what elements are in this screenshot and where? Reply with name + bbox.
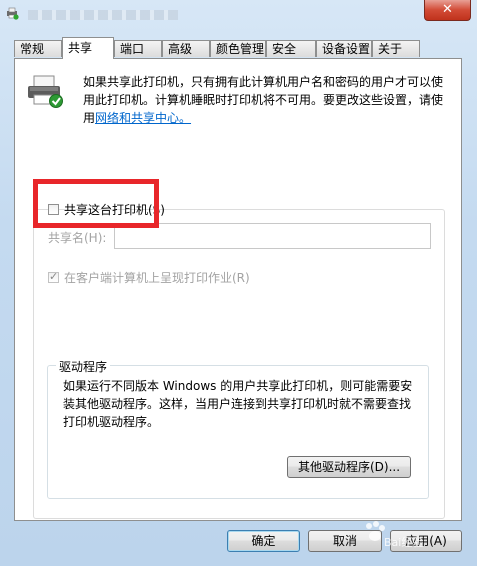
- drivers-line-2: 装其他驱动程序。这样，当用户连接到共享打印机时就不需要查找: [63, 397, 412, 411]
- close-button[interactable]: ✕: [424, 0, 471, 21]
- description-line-1: 如果共享此打印机，只有拥有此计算机用户名和密码的用户才可以使: [83, 75, 444, 89]
- render-jobs-checkbox[interactable]: [48, 270, 59, 283]
- tab-about[interactable]: 关于: [372, 40, 420, 57]
- tab-security[interactable]: 安全: [266, 40, 316, 57]
- description-line-2: 用此打印机。计算机睡眠时打印机将不可用。要更改这些设置，请使: [83, 93, 444, 107]
- tab-sharing[interactable]: 共享: [62, 37, 114, 59]
- share-printer-checkbox[interactable]: [48, 204, 59, 215]
- drivers-line-3: 打印机驱动程序。: [63, 415, 160, 429]
- tab-advanced[interactable]: 高级: [162, 40, 210, 57]
- tab-ports[interactable]: 端口: [114, 40, 162, 57]
- title-bar: ✕: [0, 0, 477, 32]
- tab-strip: 常规 共享 端口 高级 颜色管理 安全 设备设置 关于: [14, 37, 464, 59]
- sharing-description: 如果共享此打印机，只有拥有此计算机用户名和密码的用户才可以使 用此打印机。计算机…: [83, 73, 455, 127]
- network-sharing-center-link[interactable]: 网络和共享中心。: [95, 111, 191, 125]
- window-title: [28, 10, 178, 20]
- printer-properties-window: ✕ 常规 共享 端口 高级 颜色管理 安全 设备设置 关于 如果共享此打印机，只…: [0, 0, 477, 566]
- printer-title-icon: [7, 7, 19, 20]
- share-name-input[interactable]: [114, 223, 431, 249]
- share-printer-label[interactable]: 共享这台打印机(S): [64, 201, 165, 218]
- printer-shared-icon: [28, 75, 63, 108]
- drivers-line-1: 如果运行不同版本 Windows 的用户共享此打印机，则可能需要安: [63, 379, 413, 393]
- drivers-group-title: 驱动程序: [56, 358, 111, 375]
- tab-device-settings[interactable]: 设备设置: [316, 40, 372, 57]
- additional-drivers-button[interactable]: 其他驱动程序(D)...: [287, 456, 411, 478]
- description-prefix: 用: [83, 111, 96, 125]
- watermark: Bai经验: [360, 518, 470, 562]
- watermark-text: Bai经验: [384, 536, 424, 549]
- share-name-label: 共享名(H):: [48, 231, 107, 245]
- description-line-3: 用网络和共享中心。: [83, 109, 455, 127]
- tab-color-management[interactable]: 颜色管理: [210, 40, 266, 57]
- drivers-description: 如果运行不同版本 Windows 的用户共享此打印机，则可能需要安 装其他驱动程…: [63, 377, 423, 431]
- ok-button[interactable]: 确定: [227, 530, 300, 552]
- render-jobs-label[interactable]: 在客户端计算机上呈现打印作业(R): [64, 269, 250, 286]
- tab-general[interactable]: 常规: [14, 40, 62, 57]
